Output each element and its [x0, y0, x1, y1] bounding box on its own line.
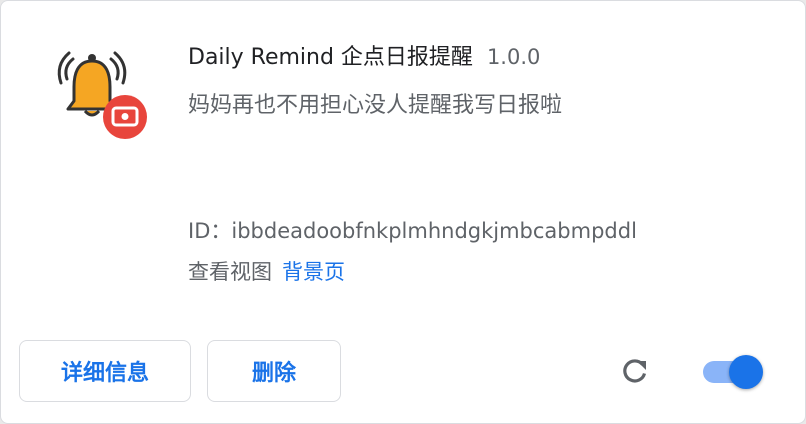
remove-button[interactable]: 删除 — [207, 340, 341, 402]
extension-icon — [53, 49, 153, 141]
inspect-views-label: 查看视图 — [188, 260, 272, 284]
extension-title-row: Daily Remind 企点日报提醒 1.0.0 — [188, 39, 540, 71]
details-button[interactable]: 详细信息 — [19, 340, 191, 402]
extension-card: Daily Remind 企点日报提醒 1.0.0 妈妈再也不用担心没人提醒我写… — [0, 0, 806, 424]
reload-icon[interactable] — [617, 353, 653, 389]
enable-toggle[interactable] — [701, 353, 767, 389]
toggle-knob — [729, 355, 763, 389]
extension-id-value: ibbdeadoobfnkplmhndgkjmbcabmpddl — [231, 219, 637, 243]
extension-description: 妈妈再也不用担心没人提醒我写日报啦 — [188, 93, 563, 118]
extension-id-row: ID：ibbdeadoobfnkplmhndgkjmbcabmpddl — [188, 215, 637, 245]
bell-notification-icon — [57, 51, 147, 139]
extension-name: Daily Remind 企点日报提醒 — [188, 45, 473, 70]
background-page-link[interactable]: 背景页 — [282, 260, 345, 284]
inspect-views-row: 查看视图 背景页 — [188, 256, 345, 286]
extension-version: 1.0.0 — [486, 45, 541, 69]
extension-id-label: ID： — [188, 219, 232, 243]
